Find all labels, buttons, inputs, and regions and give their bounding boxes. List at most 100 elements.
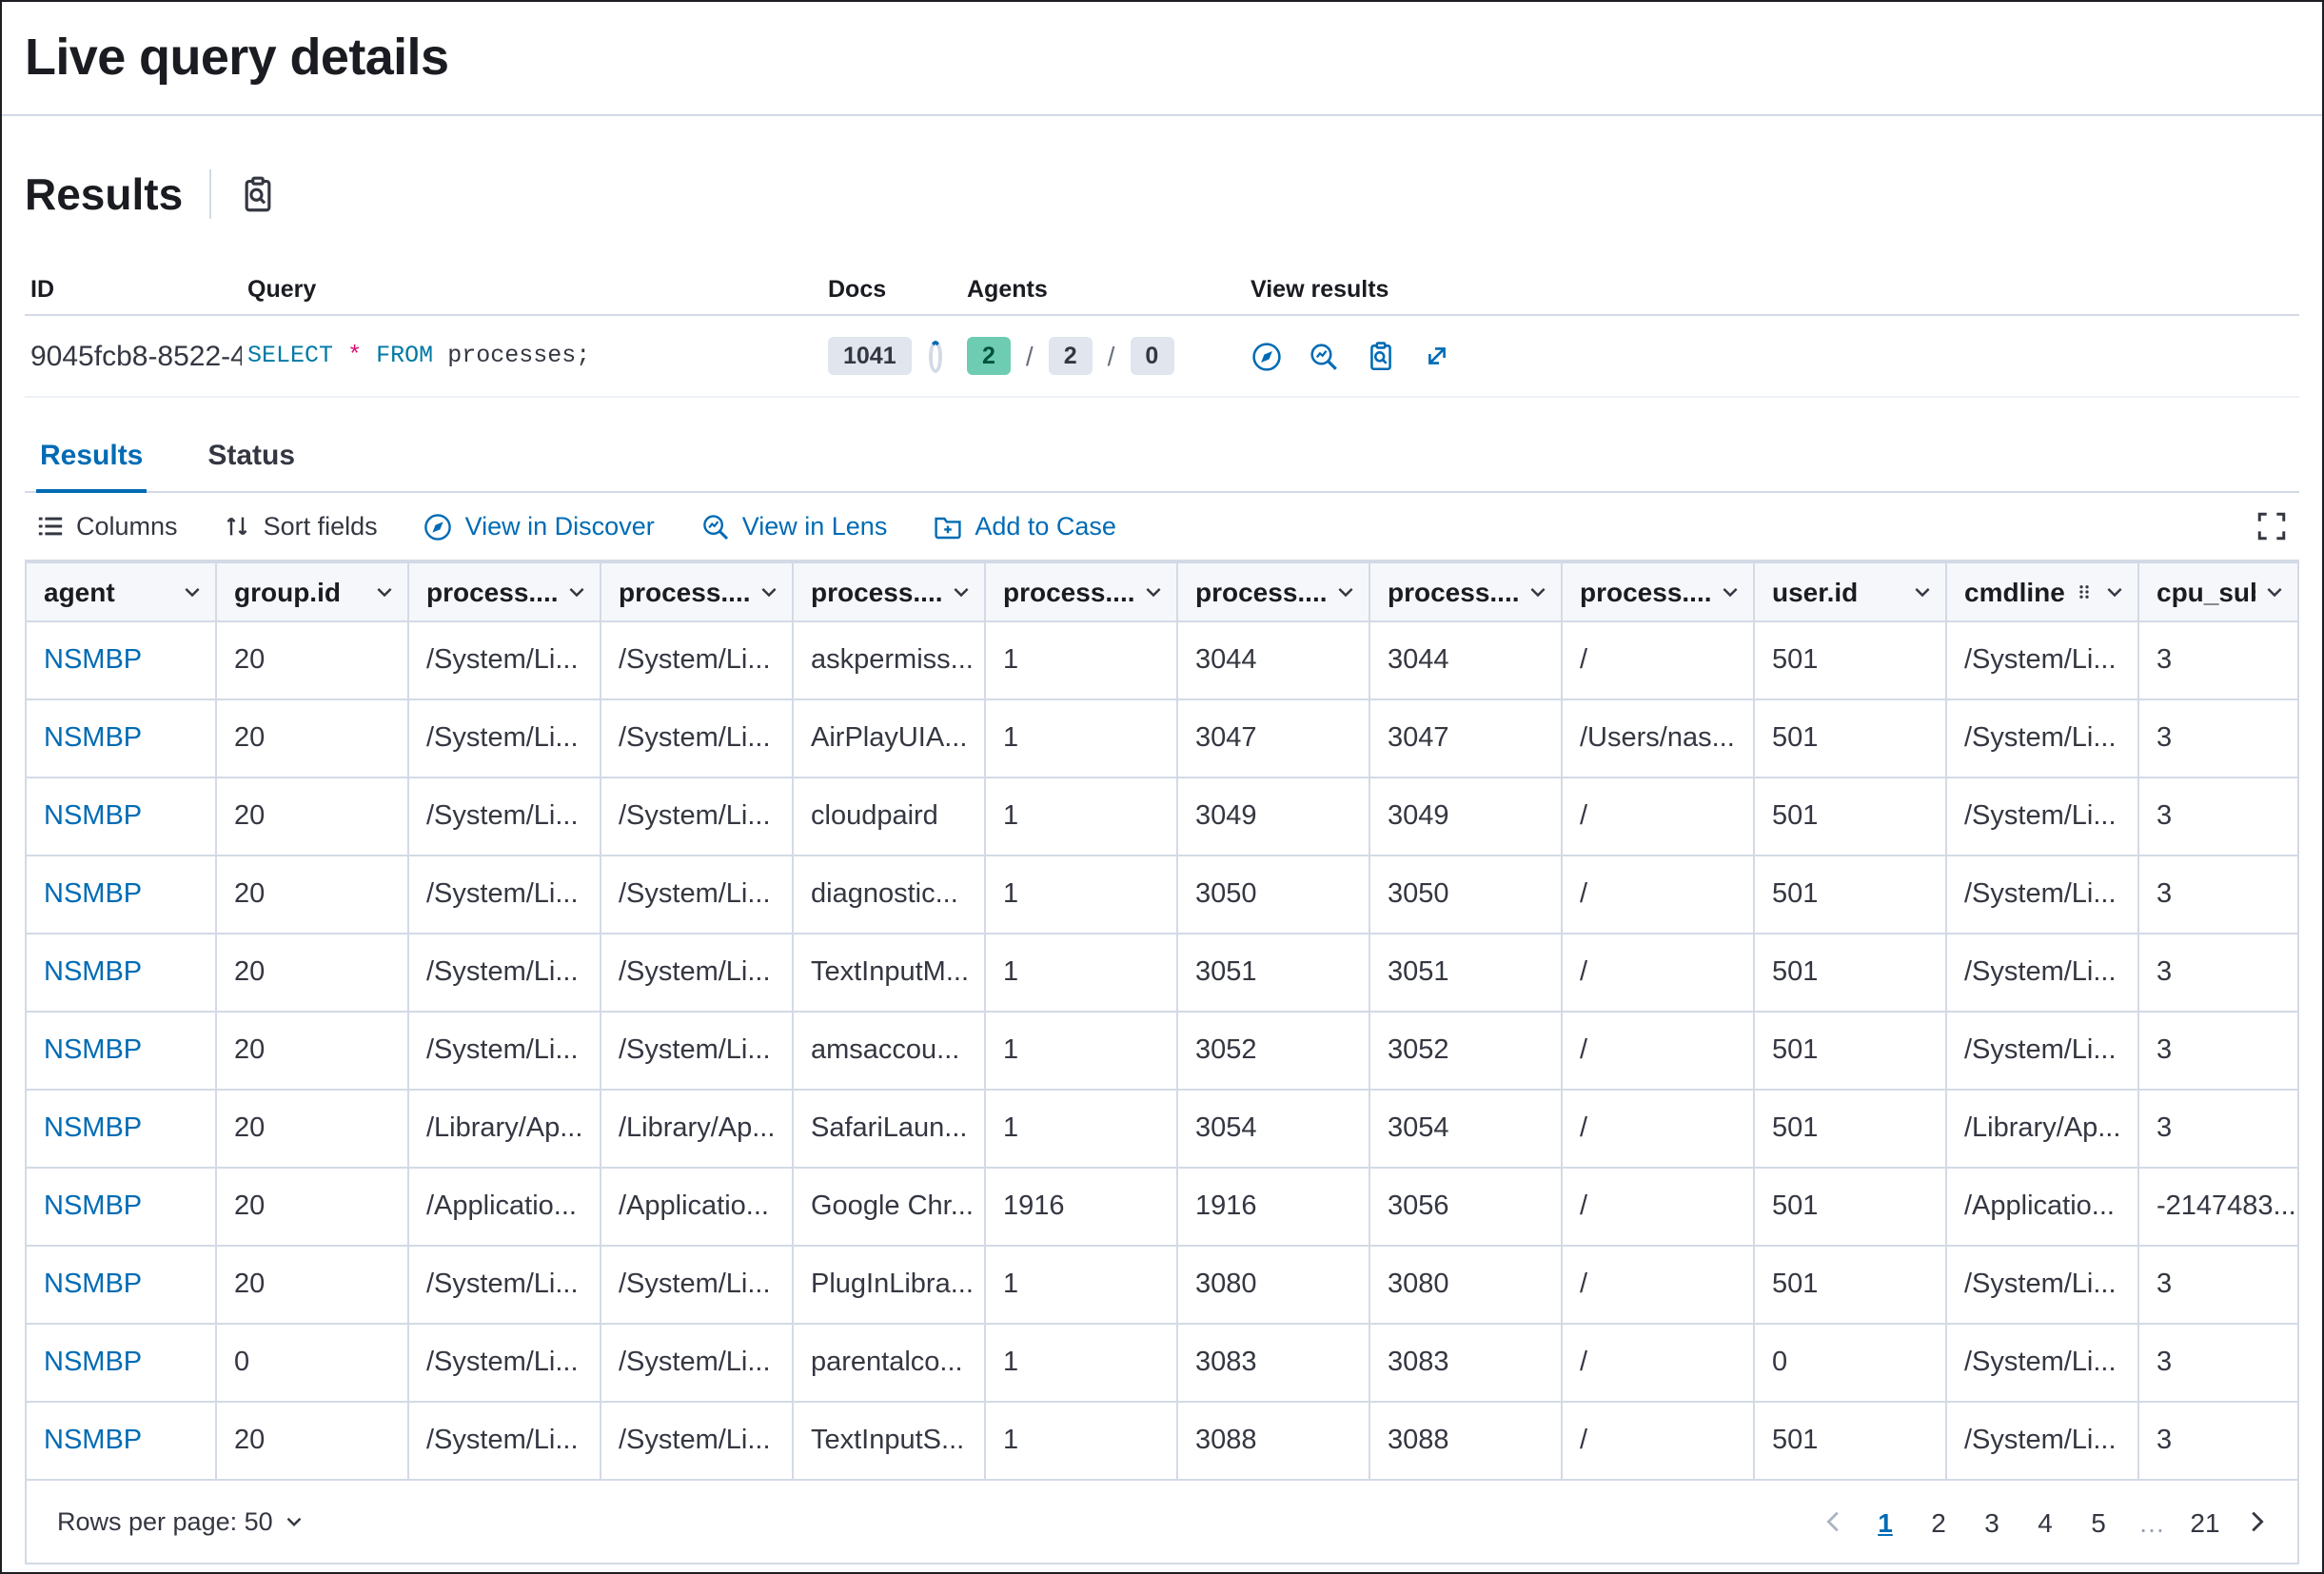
grid-cell[interactable]: /System/Li... (409, 1013, 601, 1089)
agent-link-cell[interactable]: NSMBP (27, 622, 217, 698)
grid-cell[interactable]: 1 (986, 1091, 1178, 1167)
grid-cell[interactable]: -2147483... (2139, 1169, 2297, 1245)
grid-cell[interactable]: 3 (2139, 1325, 2297, 1401)
grid-cell[interactable]: /System/Li... (601, 1325, 794, 1401)
grid-cell[interactable]: askpermiss... (794, 622, 986, 698)
grid-cell[interactable]: /Library/Ap... (1947, 1091, 2139, 1167)
grid-cell[interactable]: / (1563, 1247, 1755, 1323)
grid-cell[interactable]: 3088 (1370, 1403, 1563, 1479)
view-in-lens-link[interactable]: View in Lens (700, 511, 888, 541)
grid-cell[interactable]: 3050 (1178, 856, 1370, 933)
grid-cell[interactable]: /System/Li... (409, 778, 601, 855)
grid-cell[interactable]: 3051 (1178, 935, 1370, 1011)
grid-cell[interactable]: 20 (217, 1169, 409, 1245)
grid-cell[interactable]: cloudpaird (794, 778, 986, 855)
grid-cell[interactable]: 1 (986, 622, 1178, 698)
grid-cell[interactable]: 3047 (1178, 700, 1370, 777)
grid-cell[interactable]: 501 (1755, 1247, 1947, 1323)
pagination-next-button[interactable] (2235, 1507, 2278, 1536)
grid-cell[interactable]: 3051 (1370, 935, 1563, 1011)
grid-cell[interactable]: 1 (986, 1403, 1178, 1479)
grid-cell[interactable]: /System/Li... (409, 1325, 601, 1401)
grid-cell[interactable]: diagnostic... (794, 856, 986, 933)
pagination-page-3[interactable]: 3 (1968, 1498, 2016, 1545)
pagination-page-21[interactable]: 21 (2181, 1498, 2229, 1545)
inspect-results-button[interactable] (1365, 340, 1397, 372)
fullscreen-button[interactable] (2255, 510, 2288, 542)
grid-cell[interactable]: 0 (1755, 1325, 1947, 1401)
grid-cell[interactable]: /System/Li... (1947, 856, 2139, 933)
agent-link-cell[interactable]: NSMBP (27, 1091, 217, 1167)
grid-cell[interactable]: /System/Li... (601, 778, 794, 855)
view-in-lens-button[interactable] (1308, 340, 1340, 372)
grid-cell[interactable]: 1 (986, 1013, 1178, 1089)
grid-cell[interactable]: /System/Li... (601, 1247, 794, 1323)
view-in-discover-link[interactable]: View in Discover (423, 511, 655, 541)
rows-per-page-button[interactable]: Rows per page: 50 (46, 1505, 319, 1538)
grid-cell[interactable]: TextInputS... (794, 1403, 986, 1479)
column-header-cmdline[interactable]: cmdline (1947, 563, 2139, 620)
grid-cell[interactable]: / (1563, 1169, 1755, 1245)
pagination-page-2[interactable]: 2 (1915, 1498, 1962, 1545)
grid-cell[interactable]: /System/Li... (1947, 778, 2139, 855)
pagination-page-4[interactable]: 4 (2021, 1498, 2069, 1545)
column-header-user-id[interactable]: user.id (1755, 563, 1947, 620)
grid-cell[interactable]: 3052 (1178, 1013, 1370, 1089)
agent-link-cell[interactable]: NSMBP (27, 1403, 217, 1479)
grid-cell[interactable]: 501 (1755, 778, 1947, 855)
grid-cell[interactable]: 3044 (1370, 622, 1563, 698)
column-header-process[interactable]: process.... (986, 563, 1178, 620)
grid-cell[interactable]: 3 (2139, 1403, 2297, 1479)
grid-cell[interactable]: / (1563, 778, 1755, 855)
grid-cell[interactable]: parentalco... (794, 1325, 986, 1401)
agent-link-cell[interactable]: NSMBP (27, 700, 217, 777)
grid-cell[interactable]: 3080 (1178, 1247, 1370, 1323)
grid-cell[interactable]: 3054 (1178, 1091, 1370, 1167)
grid-cell[interactable]: 1 (986, 1247, 1178, 1323)
grid-cell[interactable]: 501 (1755, 1403, 1947, 1479)
grid-cell[interactable]: 1916 (986, 1169, 1178, 1245)
grid-cell[interactable]: /System/Li... (1947, 700, 2139, 777)
grid-cell[interactable]: 3 (2139, 1013, 2297, 1089)
column-header-cpu-sub[interactable]: cpu_sub... (2139, 563, 2297, 620)
grid-cell[interactable]: /Library/Ap... (601, 1091, 794, 1167)
grid-cell[interactable]: 3 (2139, 700, 2297, 777)
grid-cell[interactable]: 20 (217, 1091, 409, 1167)
grid-cell[interactable]: / (1563, 1325, 1755, 1401)
grid-cell[interactable]: Google Chr... (794, 1169, 986, 1245)
grid-cell[interactable]: /System/Li... (601, 856, 794, 933)
grid-cell[interactable]: 501 (1755, 1091, 1947, 1167)
column-header-process[interactable]: process.... (794, 563, 986, 620)
grid-cell[interactable]: /System/Li... (601, 1013, 794, 1089)
grid-cell[interactable]: 3047 (1370, 700, 1563, 777)
grid-cell[interactable]: /System/Li... (409, 700, 601, 777)
grid-cell[interactable]: 3 (2139, 935, 2297, 1011)
grid-cell[interactable]: /Applicatio... (1947, 1169, 2139, 1245)
grid-cell[interactable]: 3044 (1178, 622, 1370, 698)
grid-cell[interactable]: 0 (217, 1325, 409, 1401)
agent-link-cell[interactable]: NSMBP (27, 1013, 217, 1089)
grid-cell[interactable]: /System/Li... (1947, 622, 2139, 698)
grid-cell[interactable]: / (1563, 856, 1755, 933)
grid-cell[interactable]: / (1563, 622, 1755, 698)
open-details-button[interactable] (1422, 341, 1452, 371)
grid-cell[interactable]: /System/Li... (409, 856, 601, 933)
grid-cell[interactable]: 3049 (1370, 778, 1563, 855)
grid-cell[interactable]: /System/Li... (1947, 935, 2139, 1011)
grid-cell[interactable]: 3 (2139, 856, 2297, 933)
grid-cell[interactable]: /Applicatio... (409, 1169, 601, 1245)
grid-cell[interactable]: 3056 (1370, 1169, 1563, 1245)
tab-results[interactable]: Results (36, 424, 147, 493)
grid-cell[interactable]: 20 (217, 856, 409, 933)
grid-cell[interactable]: 3080 (1370, 1247, 1563, 1323)
agent-link-cell[interactable]: NSMBP (27, 1325, 217, 1401)
agent-link-cell[interactable]: NSMBP (27, 778, 217, 855)
grid-cell[interactable]: 20 (217, 935, 409, 1011)
grid-cell[interactable]: AirPlayUIA... (794, 700, 986, 777)
grid-cell[interactable]: 3052 (1370, 1013, 1563, 1089)
grid-cell[interactable]: 1 (986, 778, 1178, 855)
grid-cell[interactable]: /Applicatio... (601, 1169, 794, 1245)
grid-cell[interactable]: /System/Li... (1947, 1013, 2139, 1089)
column-header-process[interactable]: process.... (1370, 563, 1563, 620)
grid-cell[interactable]: 1 (986, 1325, 1178, 1401)
